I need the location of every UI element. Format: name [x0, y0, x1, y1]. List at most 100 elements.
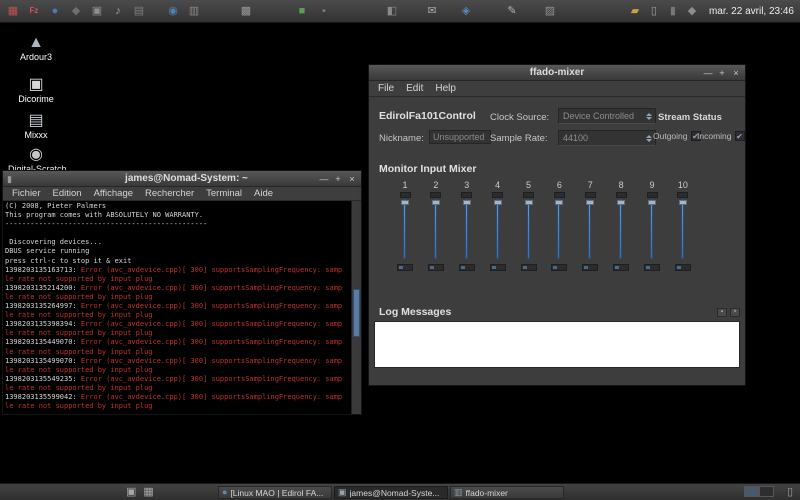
slider-handle-icon[interactable]	[555, 200, 563, 205]
channel-value-box[interactable]	[400, 192, 411, 198]
system-monitor-icon[interactable]: ▩	[238, 0, 254, 22]
terminal-menu-aide[interactable]: Aide	[248, 188, 279, 199]
close-icon[interactable]: ×	[731, 65, 741, 81]
incoming-checkbox[interactable]: ✔	[735, 131, 745, 141]
show-desktop-icon[interactable]: ▦	[143, 486, 153, 499]
channel-meter-box[interactable]	[613, 264, 629, 271]
taskbar-button-mixer[interactable]: ▥ffado-mixer	[450, 486, 564, 499]
media-player-icon[interactable]: ◆	[68, 0, 84, 22]
slider-handle-icon[interactable]	[679, 200, 687, 205]
terminal-menu-rechercher[interactable]: Rechercher	[139, 188, 200, 199]
channel-volume-slider[interactable]	[677, 199, 689, 259]
volume-status-icon[interactable]: ◆	[684, 0, 700, 22]
log-close-icon[interactable]: ×	[730, 308, 740, 317]
channel-volume-slider[interactable]	[430, 199, 442, 259]
channel-meter-box[interactable]	[521, 264, 537, 271]
network-status-icon[interactable]: ▮	[665, 0, 681, 22]
slider-handle-icon[interactable]	[648, 200, 656, 205]
channel-volume-slider[interactable]	[399, 199, 411, 259]
archive-app-icon[interactable]: ▨	[542, 0, 558, 22]
channel-volume-slider[interactable]	[615, 199, 627, 259]
text-editor-icon[interactable]: ▣	[89, 0, 105, 22]
mixer-menu-help[interactable]: Help	[429, 83, 462, 94]
slider-handle-icon[interactable]	[494, 200, 502, 205]
channel-value-box[interactable]	[554, 192, 565, 198]
slider-handle-icon[interactable]	[401, 200, 409, 205]
terminal-titlebar[interactable]: ▮ james@Nomad-System: ~ —+×	[3, 171, 361, 187]
network-tool-icon[interactable]: ◉	[165, 0, 181, 22]
terminal-menu-fichier[interactable]: Fichier	[6, 188, 47, 199]
taskbar-button-browser[interactable]: ●[Linux MAO | Edirol FA...	[218, 486, 332, 499]
file-manager-icon[interactable]: ▤	[131, 0, 147, 22]
slider-handle-icon[interactable]	[432, 200, 440, 205]
log-pin-icon[interactable]: ▪	[717, 308, 727, 317]
applications-menu-icon[interactable]: ▦	[5, 0, 21, 22]
trash-icon[interactable]: ▯	[787, 486, 793, 499]
mixer-menu-edit[interactable]: Edit	[400, 83, 429, 94]
terminal-output[interactable]: (C) 2008, Pieter PalmersThis program com…	[5, 202, 350, 414]
channel-value-box[interactable]	[677, 192, 688, 198]
utility-app-icon[interactable]: ▪	[316, 0, 332, 22]
maximize-icon[interactable]: +	[717, 65, 727, 81]
chat-app-icon[interactable]: ■	[294, 0, 310, 22]
audio-tool-icon[interactable]: ◈	[458, 0, 474, 22]
documents-app-icon[interactable]: ▥	[186, 0, 202, 22]
channel-value-box[interactable]	[492, 192, 503, 198]
sample-rate-combo[interactable]: 44100	[558, 130, 656, 146]
desktop-icon-ardour3[interactable]: ▲Ardour3	[8, 34, 64, 62]
channel-meter-box[interactable]	[644, 264, 660, 271]
terminal-menu-terminal[interactable]: Terminal	[200, 188, 248, 199]
desktop-icon-dicorime[interactable]: ▣Dicorime	[8, 76, 64, 104]
channel-volume-slider[interactable]	[646, 199, 658, 259]
close-icon[interactable]: ×	[347, 171, 357, 187]
terminal-scrollbar-thumb[interactable]	[353, 289, 360, 337]
channel-volume-slider[interactable]	[584, 199, 596, 259]
window-list-icon[interactable]: ▣	[126, 486, 136, 499]
filezilla-icon[interactable]: Fz	[26, 0, 42, 22]
channel-volume-slider[interactable]	[523, 199, 535, 259]
taskbar-button-terminal[interactable]: ▣james@Nomad-Syste...	[334, 486, 448, 499]
folder-status-icon[interactable]: ▰	[627, 0, 643, 22]
channel-volume-slider[interactable]	[553, 199, 565, 259]
workspace-2-cell[interactable]	[759, 486, 774, 497]
terminal-body[interactable]: (C) 2008, Pieter PalmersThis program com…	[3, 201, 361, 414]
clock-source-combo[interactable]: Device Controlled	[558, 108, 656, 124]
pencil-tool-icon[interactable]: ✎	[504, 0, 520, 22]
channel-meter-box[interactable]	[428, 264, 444, 271]
nickname-field[interactable]: Unsupported	[429, 130, 491, 144]
slider-handle-icon[interactable]	[586, 200, 594, 205]
channel-value-box[interactable]	[430, 192, 441, 198]
channel-meter-box[interactable]	[490, 264, 506, 271]
channel-meter-box[interactable]	[551, 264, 567, 271]
web-browser-icon[interactable]: ●	[47, 0, 63, 22]
panel-clock[interactable]: mar. 22 avril, 23:46	[709, 6, 794, 17]
channel-meter-box[interactable]	[397, 264, 413, 271]
channel-meter-box[interactable]	[582, 264, 598, 271]
minimize-icon[interactable]: —	[319, 171, 329, 187]
channel-volume-slider[interactable]	[492, 199, 504, 259]
music-app-icon[interactable]: ♪	[110, 0, 126, 22]
slider-handle-icon[interactable]	[525, 200, 533, 205]
mixer-titlebar[interactable]: ffado-mixer —+×	[369, 65, 745, 81]
maximize-icon[interactable]: +	[333, 171, 343, 187]
slider-handle-icon[interactable]	[463, 200, 471, 205]
channel-meter-box[interactable]	[459, 264, 475, 271]
channel-volume-slider[interactable]	[461, 199, 473, 259]
log-messages-area[interactable]	[374, 321, 740, 368]
mail-app-icon[interactable]: ✉	[424, 0, 440, 22]
slider-handle-icon[interactable]	[617, 200, 625, 205]
mixer-menu-file[interactable]: File	[372, 83, 400, 94]
terminal-menu-edition[interactable]: Edition	[47, 188, 88, 199]
channel-value-box[interactable]	[461, 192, 472, 198]
channel-value-box[interactable]	[647, 192, 658, 198]
channel-value-box[interactable]	[616, 192, 627, 198]
channel-value-box[interactable]	[585, 192, 596, 198]
channel-value-box[interactable]	[523, 192, 534, 198]
channel-meter-box[interactable]	[675, 264, 691, 271]
terminal-menu-affichage[interactable]: Affichage	[88, 188, 139, 199]
desktop-icon-mixxx[interactable]: ▤Mixxx	[8, 112, 64, 140]
minimize-icon[interactable]: —	[703, 65, 713, 81]
workspace-1-cell[interactable]	[744, 486, 759, 497]
terminal-scrollbar[interactable]	[351, 201, 361, 414]
settings-app-icon[interactable]: ◧	[384, 0, 400, 22]
